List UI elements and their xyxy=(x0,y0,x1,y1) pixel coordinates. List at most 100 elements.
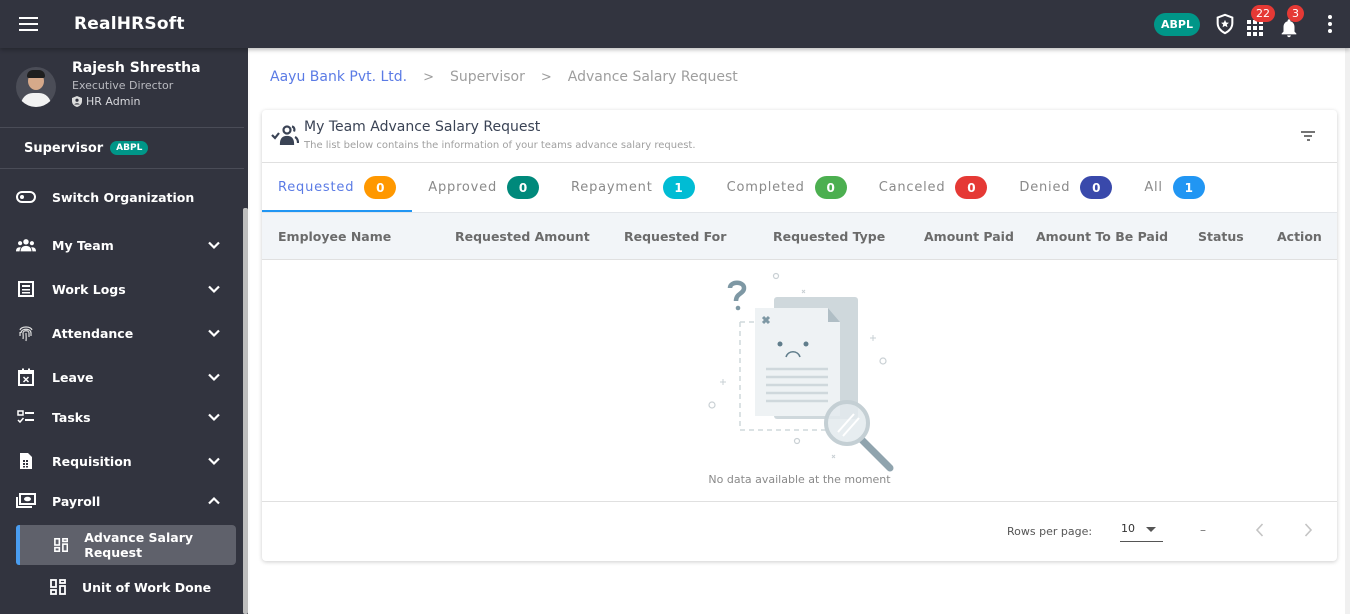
profile-access: HR Admin xyxy=(86,95,141,108)
column-employee-name[interactable]: Employee Name xyxy=(278,229,391,244)
sidebar-item-label: My Team xyxy=(52,237,114,253)
tab-label: All xyxy=(1144,180,1163,195)
context-row: Supervisor ABPL xyxy=(0,128,244,169)
tab-canceled[interactable]: Canceled 0 xyxy=(863,163,1004,212)
next-page-button[interactable] xyxy=(1298,520,1318,540)
breadcrumb-org-link[interactable]: Aayu Bank Pvt. Ltd. xyxy=(270,69,407,85)
dropdown-caret-icon xyxy=(1146,527,1156,532)
sidebar-item-label: Attendance xyxy=(52,325,134,341)
sidebar-subitem-unit-of-work-done[interactable]: Unit of Work Done xyxy=(16,567,236,607)
document-icon xyxy=(16,451,36,471)
table-header: Employee Name Requested Amount Requested… xyxy=(262,212,1337,260)
tab-label: Repayment xyxy=(571,180,653,195)
user-shield-icon xyxy=(72,96,82,107)
advance-salary-card: My Team Advance Salary Request The list … xyxy=(262,110,1337,561)
chevron-up-icon xyxy=(208,496,220,505)
apps-badge: 22 xyxy=(1251,5,1275,22)
page-scrollbar[interactable] xyxy=(1345,48,1350,614)
menu-button[interactable] xyxy=(0,0,56,48)
top-app-bar: RealHRSoft ABPL 22 3 xyxy=(0,0,1350,48)
tab-count-badge: 1 xyxy=(662,176,695,199)
rows-per-page-label: Rows per page: xyxy=(1007,525,1093,538)
sidebar-item-my-team[interactable]: My Team xyxy=(0,223,248,267)
avatar xyxy=(16,67,56,107)
table-footer: Rows per page: 10 – xyxy=(262,502,1337,560)
sidebar: Rajesh Shrestha Executive Director HR Ad… xyxy=(0,48,248,614)
sidebar-item-payroll[interactable]: Payroll xyxy=(0,479,248,523)
page-range: – xyxy=(1200,523,1206,537)
no-data-illustration xyxy=(708,272,894,472)
sidebar-item-label: Requisition xyxy=(52,453,132,469)
tab-label: Approved xyxy=(428,180,498,195)
sidebar-item-tasks[interactable]: Tasks xyxy=(0,395,248,439)
sidebar-item-label: Payroll xyxy=(52,493,101,509)
calendar-x-icon xyxy=(16,367,36,387)
checklist-icon xyxy=(16,407,36,427)
sidebar-item-label: Switch Organization xyxy=(52,189,195,205)
sidebar-scrollbar[interactable] xyxy=(243,208,248,614)
shield-star-button[interactable] xyxy=(1210,0,1240,48)
column-action[interactable]: Action xyxy=(1277,229,1322,244)
column-amount-paid[interactable]: Amount Paid xyxy=(924,229,1014,244)
sidebar-item-switch-organization[interactable]: Switch Organization xyxy=(0,175,248,219)
user-profile[interactable]: Rajesh Shrestha Executive Director HR Ad… xyxy=(0,48,244,128)
status-tabs: Requested 0 Approved 0 Repayment 1 Completed 0 C… xyxy=(262,163,1337,212)
tab-completed[interactable]: Completed 0 xyxy=(711,163,863,212)
tab-approved[interactable]: Approved 0 xyxy=(412,163,555,212)
sidebar-item-leave[interactable]: Leave xyxy=(0,355,248,399)
tab-count-badge: 1 xyxy=(1172,176,1205,199)
notifications-badge: 3 xyxy=(1287,5,1304,22)
chevron-down-icon xyxy=(208,329,220,338)
more-options-button[interactable] xyxy=(1310,0,1350,48)
card-title: My Team Advance Salary Request xyxy=(304,119,541,135)
tab-all[interactable]: All 1 xyxy=(1128,163,1221,212)
org-chip[interactable]: ABPL xyxy=(1154,12,1200,36)
tab-count-badge: 0 xyxy=(1080,176,1113,199)
tab-count-badge: 0 xyxy=(955,176,988,199)
column-status[interactable]: Status xyxy=(1198,229,1244,244)
prev-page-button[interactable] xyxy=(1250,520,1270,540)
tab-count-badge: 0 xyxy=(364,176,397,199)
notifications-button[interactable]: 3 xyxy=(1274,0,1304,48)
context-label: Supervisor xyxy=(24,140,104,156)
table-body: No data available at the moment xyxy=(262,260,1337,502)
tab-repayment[interactable]: Repayment 1 xyxy=(555,163,711,212)
sidebar-subitem-advance-salary-request[interactable]: Advance Salary Request xyxy=(16,525,236,565)
sidebar-item-attendance[interactable]: Attendance xyxy=(0,311,248,355)
main-content: Aayu Bank Pvt. Ltd. > Supervisor > Advan… xyxy=(250,48,1350,614)
rows-per-page-select[interactable]: 10 xyxy=(1120,518,1163,542)
profile-name: Rajesh Shrestha xyxy=(72,60,201,76)
tab-denied[interactable]: Denied 0 xyxy=(1003,163,1128,212)
sidebar-subitem-label: Unit of Work Done xyxy=(82,579,212,595)
breadcrumb: Aayu Bank Pvt. Ltd. > Supervisor > Advan… xyxy=(270,69,738,85)
money-icon xyxy=(16,491,36,511)
sidebar-item-work-logs[interactable]: Work Logs xyxy=(0,267,248,311)
context-chip: ABPL xyxy=(110,141,149,155)
filter-icon xyxy=(1301,131,1315,133)
column-requested-for[interactable]: Requested For xyxy=(624,229,726,244)
breadcrumb-separator: > xyxy=(540,69,552,85)
chevron-down-icon xyxy=(208,413,220,422)
filter-button[interactable] xyxy=(1301,130,1315,142)
dashboard-icon xyxy=(50,579,66,595)
sidebar-item-requisition[interactable]: Requisition xyxy=(0,439,248,483)
column-requested-amount[interactable]: Requested Amount xyxy=(455,229,590,244)
column-requested-type[interactable]: Requested Type xyxy=(773,229,885,244)
sidebar-item-label: Tasks xyxy=(52,409,91,425)
sidebar-item-label: Leave xyxy=(52,369,94,385)
card-header: My Team Advance Salary Request The list … xyxy=(262,110,1337,163)
breadcrumb-section: Supervisor xyxy=(450,69,525,85)
breadcrumb-separator: > xyxy=(423,69,435,85)
hamburger-icon xyxy=(18,17,38,31)
toggle-icon xyxy=(16,187,36,207)
apps-button[interactable]: 22 xyxy=(1240,0,1275,48)
sidebar-item-label: Work Logs xyxy=(52,281,126,297)
card-subtitle: The list below contains the information … xyxy=(304,140,696,151)
app-title: RealHRSoft xyxy=(74,14,185,34)
tab-label: Requested xyxy=(278,180,355,195)
profile-role: Executive Director xyxy=(72,79,174,92)
team-check-icon xyxy=(271,125,299,145)
column-amount-to-be-paid[interactable]: Amount To Be Paid xyxy=(1036,229,1168,244)
tab-requested[interactable]: Requested 0 xyxy=(262,163,413,212)
chevron-down-icon xyxy=(208,241,220,250)
